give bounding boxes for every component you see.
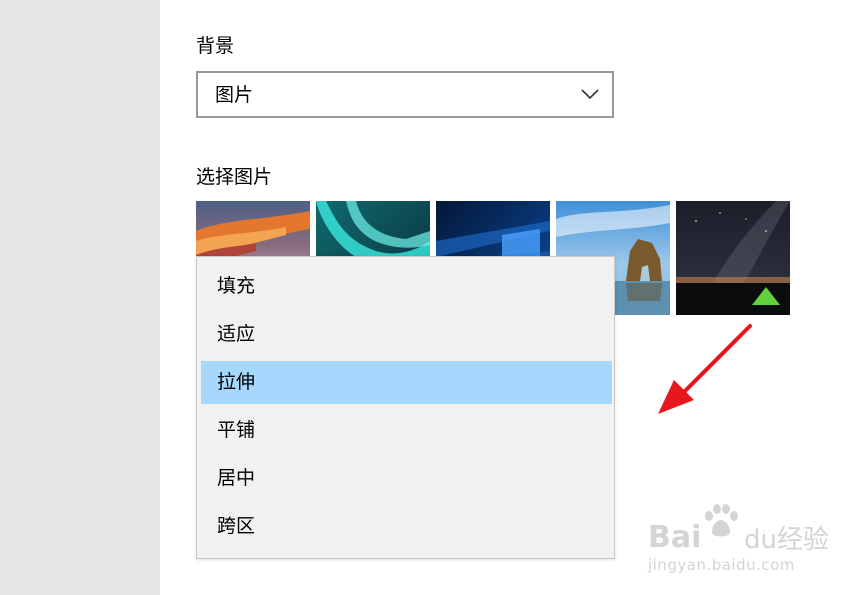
choose-picture-label: 选择图片 (196, 166, 273, 188)
background-combobox-value: 图片 (215, 84, 254, 106)
watermark-brand-suffix: du (744, 525, 777, 555)
fit-option-center[interactable]: 居中 (201, 457, 612, 500)
background-label: 背景 (196, 35, 235, 57)
thumbnail-milky-way-tent[interactable] (676, 201, 790, 315)
baidu-jingyan-watermark: Bai du经验 jingyan.baidu.com (648, 500, 838, 580)
fit-option-stretch[interactable]: 拉伸 (201, 361, 612, 404)
baidu-paw-icon (705, 504, 738, 537)
fit-option-fill[interactable]: 填充 (201, 265, 612, 308)
background-combobox[interactable]: 图片 (196, 71, 614, 118)
watermark-cn: 经验 (776, 525, 829, 555)
fit-option-span[interactable]: 跨区 (201, 505, 612, 548)
watermark-url: jingyan.baidu.com (648, 556, 795, 574)
watermark-brand: Bai (648, 520, 702, 555)
settings-left-nav-panel (0, 0, 160, 595)
fit-option-tile[interactable]: 平铺 (201, 409, 612, 452)
red-annotation-arrow (658, 324, 752, 414)
picture-fit-dropdown: 填充 适应 拉伸 平铺 居中 跨区 (196, 256, 615, 559)
fit-option-fit[interactable]: 适应 (201, 313, 612, 356)
chevron-down-icon (581, 89, 599, 100)
